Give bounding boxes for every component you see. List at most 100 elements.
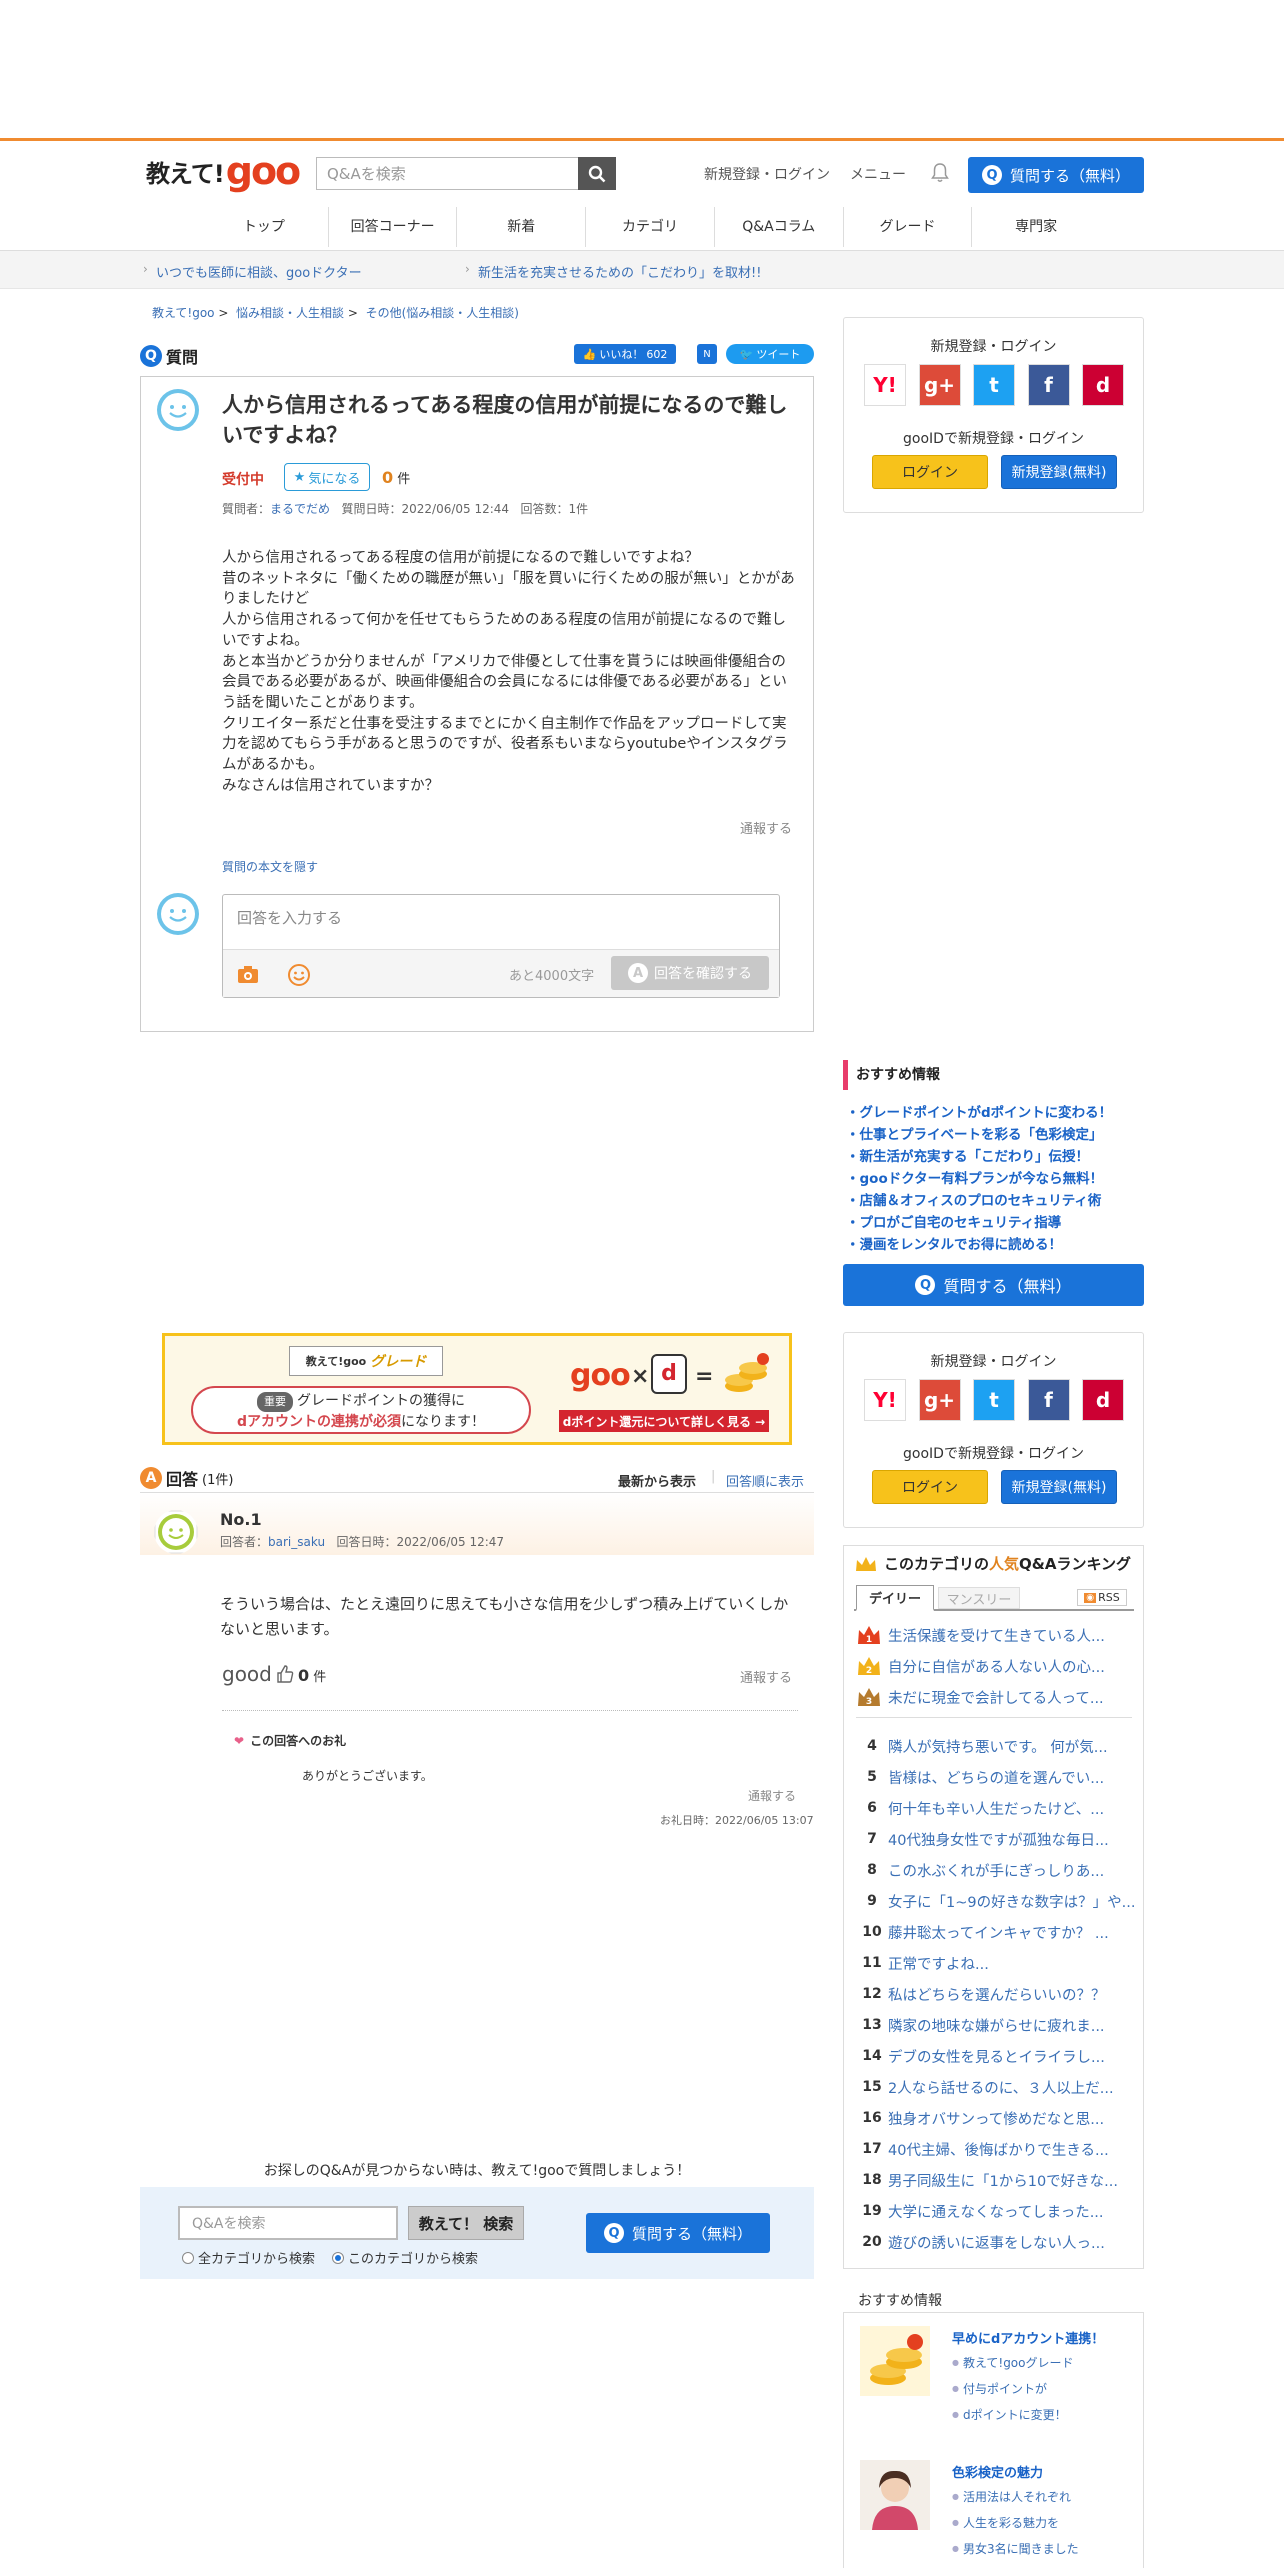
docomo-login-icon[interactable]: d [1082, 1379, 1124, 1421]
sort-divider: | [711, 1469, 716, 1484]
menu-link[interactable]: メニュー [850, 164, 906, 184]
answerer-label: 回答者： [220, 1535, 269, 1549]
search-button[interactable] [578, 157, 616, 190]
color-test-person-image[interactable] [860, 2460, 930, 2530]
register-login-link[interactable]: 新規登録・ログイン [704, 164, 830, 184]
ranking-item[interactable]: 2 自分に自信がある人ない人の心... [856, 1651, 1138, 1681]
confirm-answer-button[interactable]: A 回答を確認する [611, 956, 769, 990]
answers-section-header: A 回答 (1件) [140, 1466, 233, 1490]
yahoo-login-icon[interactable]: Y! [864, 1379, 906, 1421]
hide-question-body-link[interactable]: 質問の本文を隠す [222, 858, 318, 875]
ranking-item[interactable]: 10 藤井聡太ってインキャですか？ ... [856, 1917, 1138, 1947]
tweet-button[interactable]: 🐦 ツイート [726, 344, 814, 364]
follow-button[interactable]: ★ 気になる [284, 463, 370, 491]
answer-input[interactable]: 回答を入力する あと4000文字 A 回答を確認する [222, 894, 780, 998]
recommend-item[interactable]: ・仕事とプライベートを彩る「色彩検定」 [846, 1123, 1103, 1143]
nav-item-qa-column[interactable]: Q&Aコラム [713, 207, 843, 247]
ranking-item[interactable]: 20 遊びの誘いに返事をしない人っ... [856, 2227, 1138, 2257]
recommend2-link-dpoint[interactable]: 早めにdアカウント連携！ [952, 2328, 1104, 2347]
ranking-item[interactable]: 15 2人なら話せるのに、３人以上だ... [856, 2072, 1138, 2102]
recommend-item[interactable]: ・プロがご自宅のセキュリティ指導 [846, 1211, 1061, 1231]
ranking-item[interactable]: 6 何十年も辛い人生だったけど、... [856, 1793, 1138, 1823]
report-thanks-link[interactable]: 通報する [748, 1787, 796, 1804]
tab-daily[interactable]: デイリー [856, 1585, 934, 1611]
promo-link-kodawari[interactable]: 新生活を充実させるための「こだわり」を取材!! [478, 262, 761, 281]
ask-question-button[interactable]: Q 質問する（無料） [586, 2213, 770, 2253]
register-button[interactable]: 新規登録(無料) [1001, 1470, 1117, 1504]
facebook-login-icon[interactable]: f [1027, 1379, 1070, 1421]
breadcrumb-item-subcategory[interactable]: その他(悩み相談・人生相談) [366, 306, 519, 320]
login-button[interactable]: ログイン [872, 455, 988, 489]
answer-count: 回答数：1件 [520, 502, 589, 516]
radio-this-category[interactable]: このカテゴリから検索 [332, 2248, 478, 2267]
sort-newest-link[interactable]: 最新から表示 [618, 1471, 696, 1490]
good-button[interactable]: good [222, 1662, 294, 1686]
camera-icon[interactable] [237, 964, 259, 984]
dpoint-details-link[interactable]: dポイント還元について詳しく見る → [559, 1410, 769, 1432]
ranking-item[interactable]: 8 この水ぶくれが手にぎっしりあ... [856, 1855, 1138, 1885]
recommend-item[interactable]: ・漫画をレンタルでお得に読める！ [846, 1233, 1062, 1253]
recommend-item[interactable]: ・gooドクター有料プランが今なら無料！ [846, 1167, 1103, 1187]
search-input[interactable]: Q&Aを検索 [316, 157, 578, 190]
sort-order-link[interactable]: 回答順に表示 [726, 1471, 804, 1490]
breadcrumb-item-category[interactable]: 悩み相談・人生相談 [236, 306, 344, 320]
twitter-login-icon[interactable]: t [973, 1379, 1015, 1421]
grade-banner[interactable]: 教えて!goo グレード 重要 グレードポイントの獲得に dアカウントの連携が必須… [162, 1333, 792, 1445]
report-answer-link[interactable]: 通報する [740, 1667, 792, 1686]
report-question-link[interactable]: 通報する [740, 818, 792, 837]
tab-monthly[interactable]: マンスリー [938, 1587, 1020, 1609]
docomo-login-icon[interactable]: d [1082, 364, 1124, 406]
social-login-list: Y! g+ t f d [864, 364, 1124, 406]
ask-question-button[interactable]: Q 質問する（無料） [968, 157, 1144, 193]
twitter-login-icon[interactable]: t [973, 364, 1015, 406]
asker-avatar[interactable] [156, 388, 200, 432]
facebook-login-icon[interactable]: f [1027, 364, 1070, 406]
ranking-item[interactable]: 13 隣家の地味な嫌がらせに疲れま... [856, 2010, 1138, 2040]
nav-item-grade[interactable]: グレード [842, 207, 972, 247]
ranking-item[interactable]: 9 女子に「1~9の好きな数字は？」や... [856, 1886, 1138, 1916]
radio-all-categories[interactable]: 全カテゴリから検索 [182, 2248, 315, 2267]
bottom-search-input[interactable]: Q&Aを検索 [178, 2206, 398, 2240]
answerer-avatar[interactable] [154, 1510, 198, 1554]
ask-question-button[interactable]: Q 質問する（無料） [843, 1264, 1144, 1306]
google-login-icon[interactable]: g+ [918, 364, 961, 406]
nav-item-top[interactable]: トップ [200, 207, 328, 247]
promo-link-goo-doctor[interactable]: いつでも医師に相談、gooドクター [156, 262, 362, 281]
recommend-item[interactable]: ・新生活が充実する「こだわり」伝授！ [846, 1145, 1089, 1165]
ranking-item[interactable]: 11 正常ですよね... [856, 1948, 1138, 1978]
dpoint-coins-image[interactable] [860, 2326, 930, 2396]
recommend-item[interactable]: ・店舗＆オフィスのプロのセキュリティ術 [846, 1189, 1101, 1209]
bell-icon[interactable] [930, 162, 950, 184]
ranking-item[interactable]: 16 独身オバサンって惨めだなと思... [856, 2103, 1138, 2133]
ranking-item[interactable]: 1 生活保護を受けて生きている人... [856, 1620, 1138, 1650]
ranking-item[interactable]: 4 隣人が気持ち悪いです。 何が気... [856, 1731, 1138, 1761]
breadcrumb-item-home[interactable]: 教えて!goo [152, 306, 215, 320]
recommend-item[interactable]: ・グレードポイントがdポイントに変わる！ [846, 1101, 1112, 1121]
google-login-icon[interactable]: g+ [918, 1379, 961, 1421]
asker-name-link[interactable]: まるでだめ [270, 502, 330, 516]
nav-item-new[interactable]: 新着 [456, 207, 585, 247]
nav-item-answer-corner[interactable]: 回答コーナー [327, 207, 457, 247]
ranking-item[interactable]: 5 皆様は、どちらの道を選んでい... [856, 1762, 1138, 1792]
site-logo[interactable]: 教えて! goo [146, 149, 301, 193]
emoji-icon[interactable] [287, 963, 311, 987]
ranking-item[interactable]: 19 大学に通えなくなってしまった... [856, 2196, 1138, 2226]
ranking-item[interactable]: 14 デブの女性を見るとイライラし... [856, 2041, 1138, 2071]
answerer-name-link[interactable]: bari_saku [268, 1535, 325, 1549]
rss-button[interactable]: ◉ RSS [1077, 1589, 1127, 1606]
nav-item-experts[interactable]: 専門家 [971, 207, 1100, 247]
facebook-like-button[interactable]: 👍 いいね！ 602 [574, 344, 676, 364]
nav-item-category[interactable]: カテゴリ [585, 207, 714, 247]
dpoint-logo: d [651, 1354, 687, 1394]
yahoo-login-icon[interactable]: Y! [864, 364, 906, 406]
ranking-item[interactable]: 17 40代主婦、後悔ばかりで生きる... [856, 2134, 1138, 2164]
ranking-item[interactable]: 12 私はどちらを選んだらいいの？？ [856, 1979, 1138, 2009]
share-note-button[interactable]: N [697, 344, 717, 364]
bottom-search-button[interactable]: 教えて！ 検索 [408, 2206, 524, 2240]
recommend2-link-color-test[interactable]: 色彩検定の魅力 [952, 2462, 1043, 2481]
ranking-item[interactable]: 7 40代独身女性ですが孤独な毎日... [856, 1824, 1138, 1854]
ranking-item[interactable]: 3 未だに現金で会計してる人って... [856, 1682, 1138, 1712]
register-button[interactable]: 新規登録(無料) [1001, 455, 1117, 489]
login-button[interactable]: ログイン [872, 1470, 988, 1504]
ranking-item[interactable]: 18 男子同級生に「1から10で好きな... [856, 2165, 1138, 2195]
